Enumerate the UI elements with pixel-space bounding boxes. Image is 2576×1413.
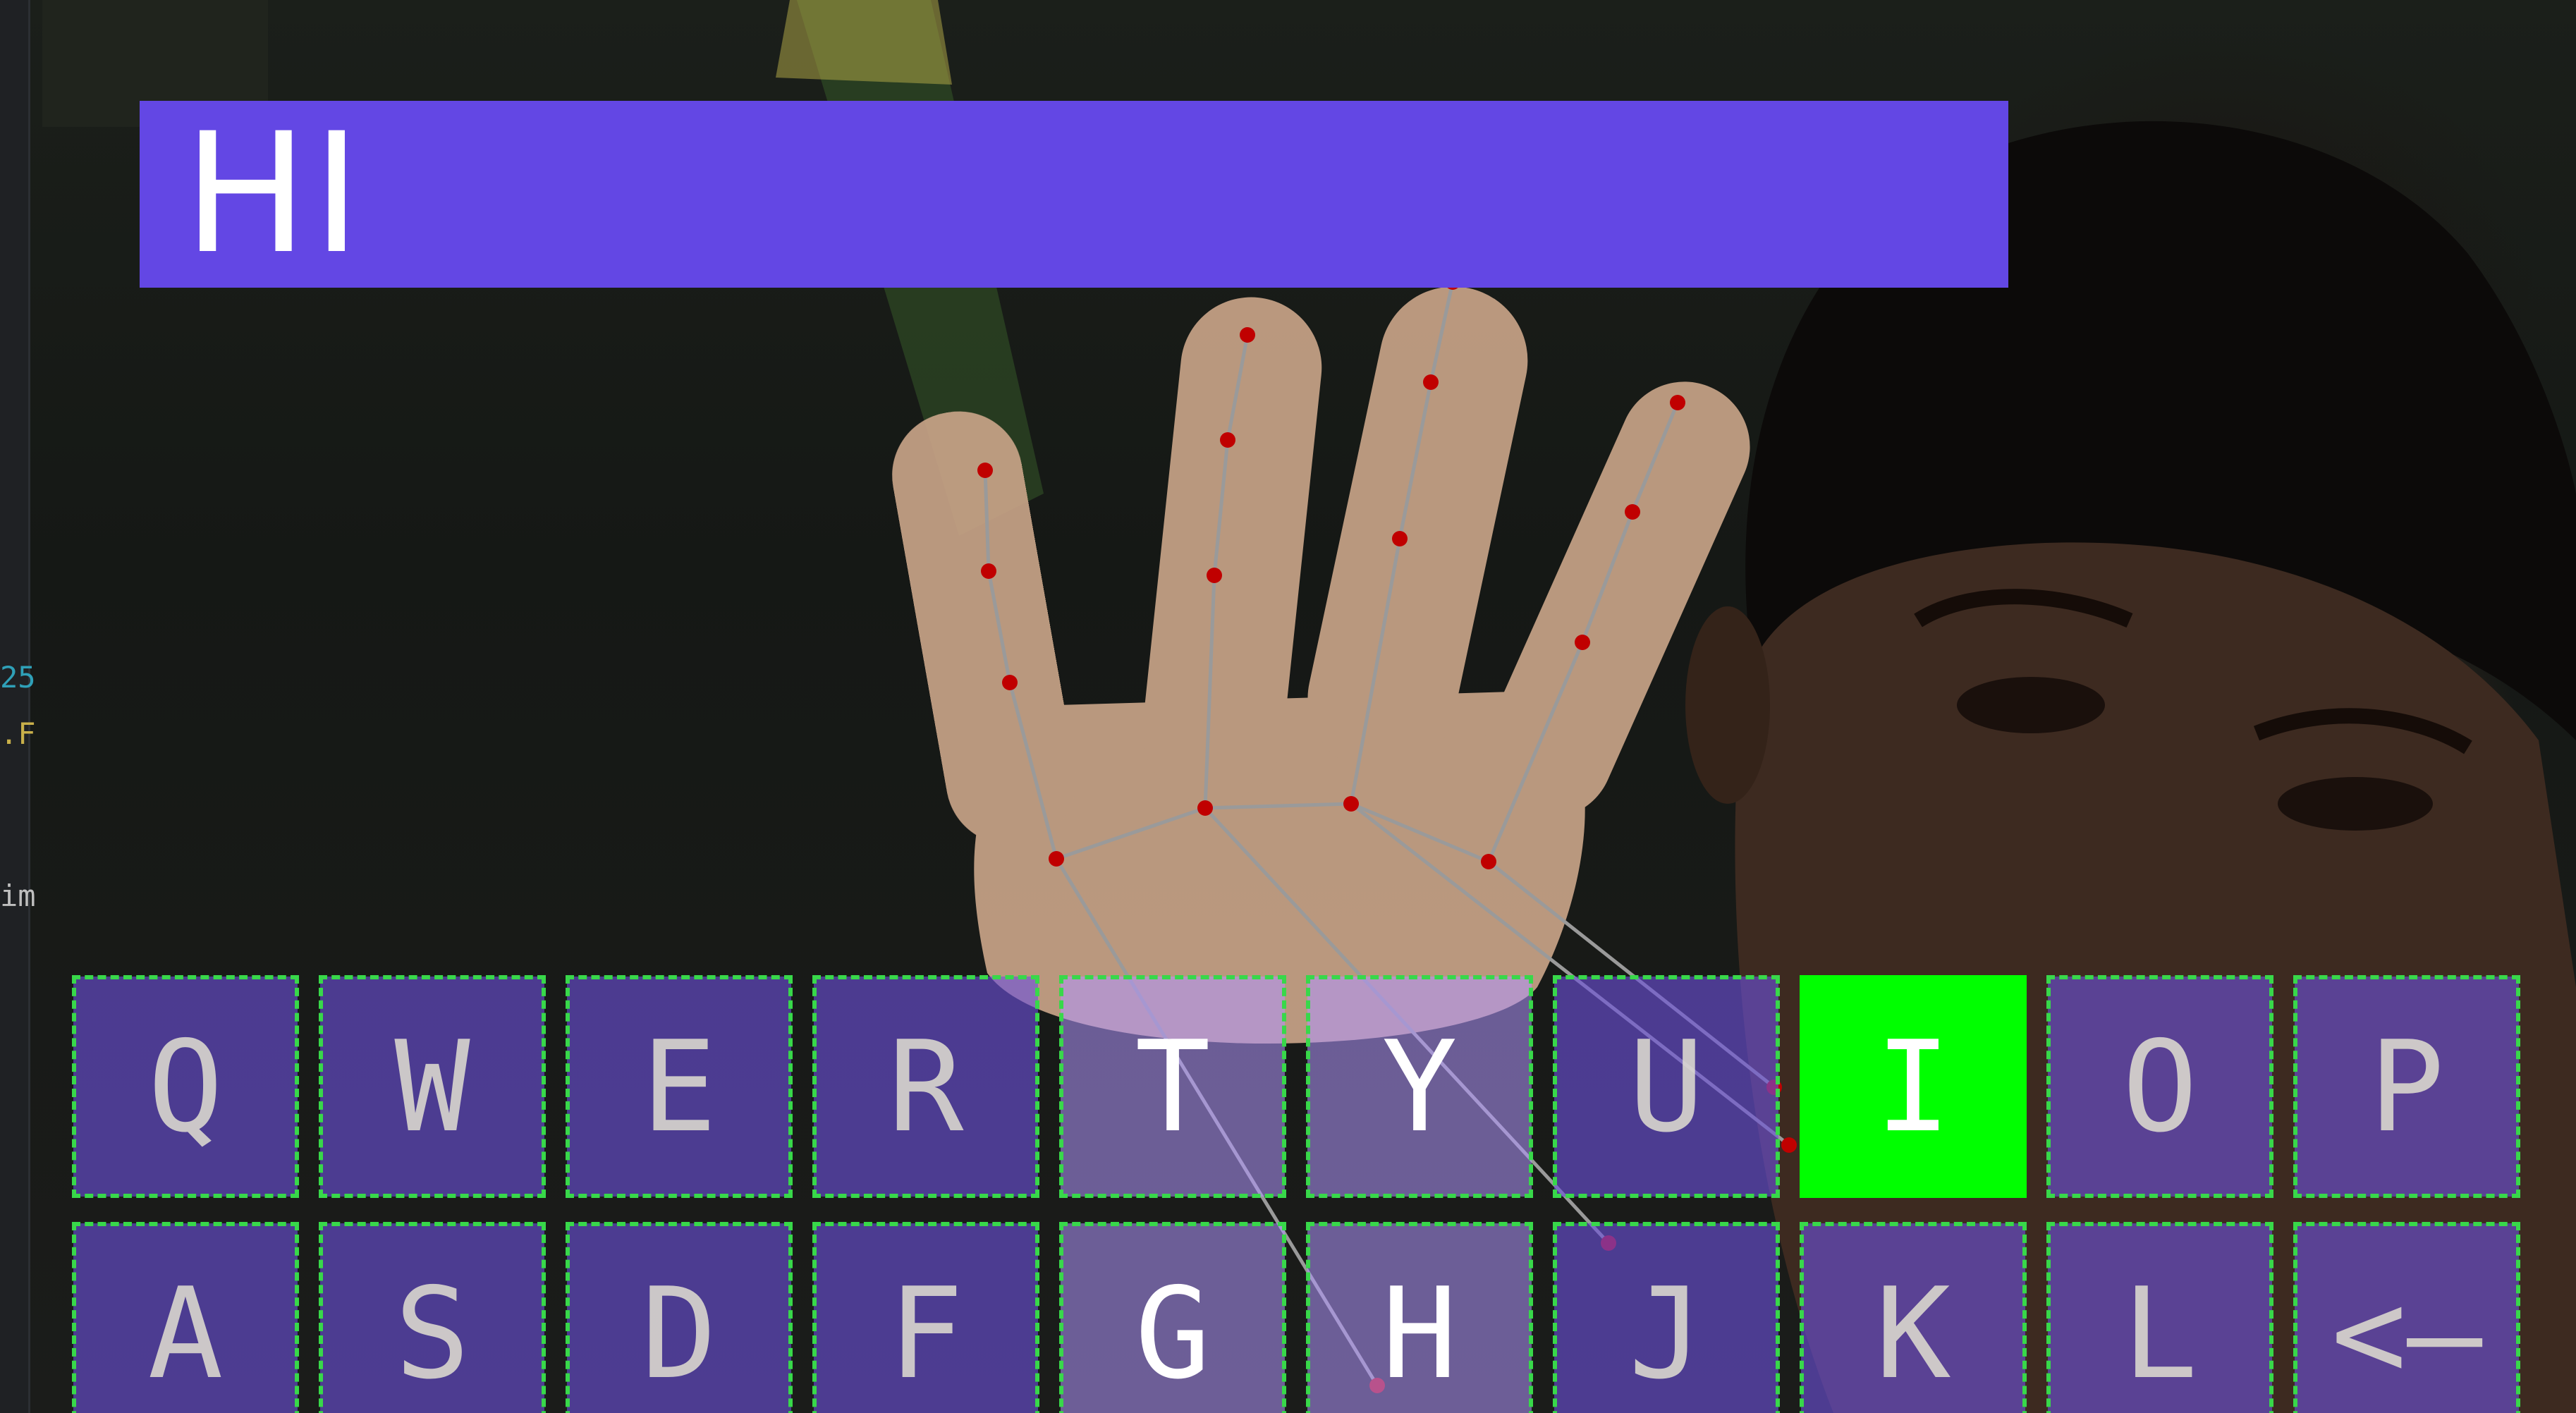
landmark-point (1575, 635, 1590, 650)
eye-right (2278, 777, 2433, 831)
key-g[interactable]: G (1059, 1222, 1286, 1413)
landmark-point (1002, 675, 1018, 690)
landmark-point (1392, 531, 1408, 546)
key-s[interactable]: S (319, 1222, 546, 1413)
key-d[interactable]: D (566, 1222, 793, 1413)
key-label: D (641, 1260, 717, 1407)
key-label: H (1381, 1260, 1458, 1407)
key-label: G (1135, 1260, 1211, 1407)
key-label: P (2369, 1013, 2445, 1160)
key-h[interactable]: H (1306, 1222, 1533, 1413)
key-label: F (888, 1260, 964, 1407)
key-label: T (1135, 1013, 1211, 1160)
key-backspace[interactable]: <— (2293, 1222, 2520, 1413)
landmark-point (1197, 800, 1213, 816)
virtual-keyboard-app: 25 .F im HI Q W E R T Y U I O P A S D F G H J K L <— (0, 0, 2576, 1413)
key-o[interactable]: O (2046, 975, 2273, 1198)
key-u[interactable]: U (1553, 975, 1780, 1198)
key-t[interactable]: T (1059, 975, 1286, 1198)
key-label: U (1628, 1013, 1704, 1160)
key-q[interactable]: Q (72, 975, 299, 1198)
key-label: O (2122, 1013, 2198, 1160)
landmark-point (1670, 395, 1685, 410)
key-label: S (394, 1260, 470, 1407)
landmark-point (1481, 854, 1496, 869)
key-w[interactable]: W (319, 975, 546, 1198)
landmark-point (1240, 327, 1255, 343)
eye-left (1957, 677, 2105, 733)
typed-text: HI (183, 98, 366, 290)
key-i[interactable]: I (1800, 975, 2027, 1198)
key-label: J (1628, 1260, 1704, 1407)
key-y[interactable]: Y (1306, 975, 1533, 1198)
key-a[interactable]: A (72, 1222, 299, 1413)
key-r[interactable]: R (812, 975, 1039, 1198)
landmark-point (1049, 851, 1064, 867)
key-label: <— (2331, 1260, 2483, 1407)
key-label: K (1875, 1260, 1951, 1407)
key-e[interactable]: E (566, 975, 793, 1198)
key-f[interactable]: F (812, 1222, 1039, 1413)
key-label: L (2122, 1260, 2198, 1407)
key-label: E (641, 1013, 717, 1160)
key-l[interactable]: L (2046, 1222, 2273, 1413)
key-label: Q (147, 1013, 224, 1160)
scarf (776, 0, 952, 85)
landmark-point (1423, 374, 1439, 390)
typed-text-banner: HI (140, 101, 2008, 288)
key-label: R (888, 1013, 964, 1160)
landmark-point (1781, 1137, 1797, 1153)
ear (1685, 606, 1770, 804)
key-label: Y (1381, 1013, 1458, 1160)
key-p[interactable]: P (2293, 975, 2520, 1198)
key-j[interactable]: J (1553, 1222, 1780, 1413)
key-k[interactable]: K (1800, 1222, 2027, 1413)
landmark-point (977, 463, 993, 478)
key-label: I (1875, 1013, 1951, 1160)
landmark-point (1207, 568, 1222, 583)
landmark-point (1343, 796, 1359, 812)
landmark-point (981, 563, 996, 579)
key-label: A (147, 1260, 224, 1407)
landmark-point (1625, 504, 1640, 520)
landmark-point (1220, 432, 1235, 448)
key-label: W (394, 1013, 470, 1160)
